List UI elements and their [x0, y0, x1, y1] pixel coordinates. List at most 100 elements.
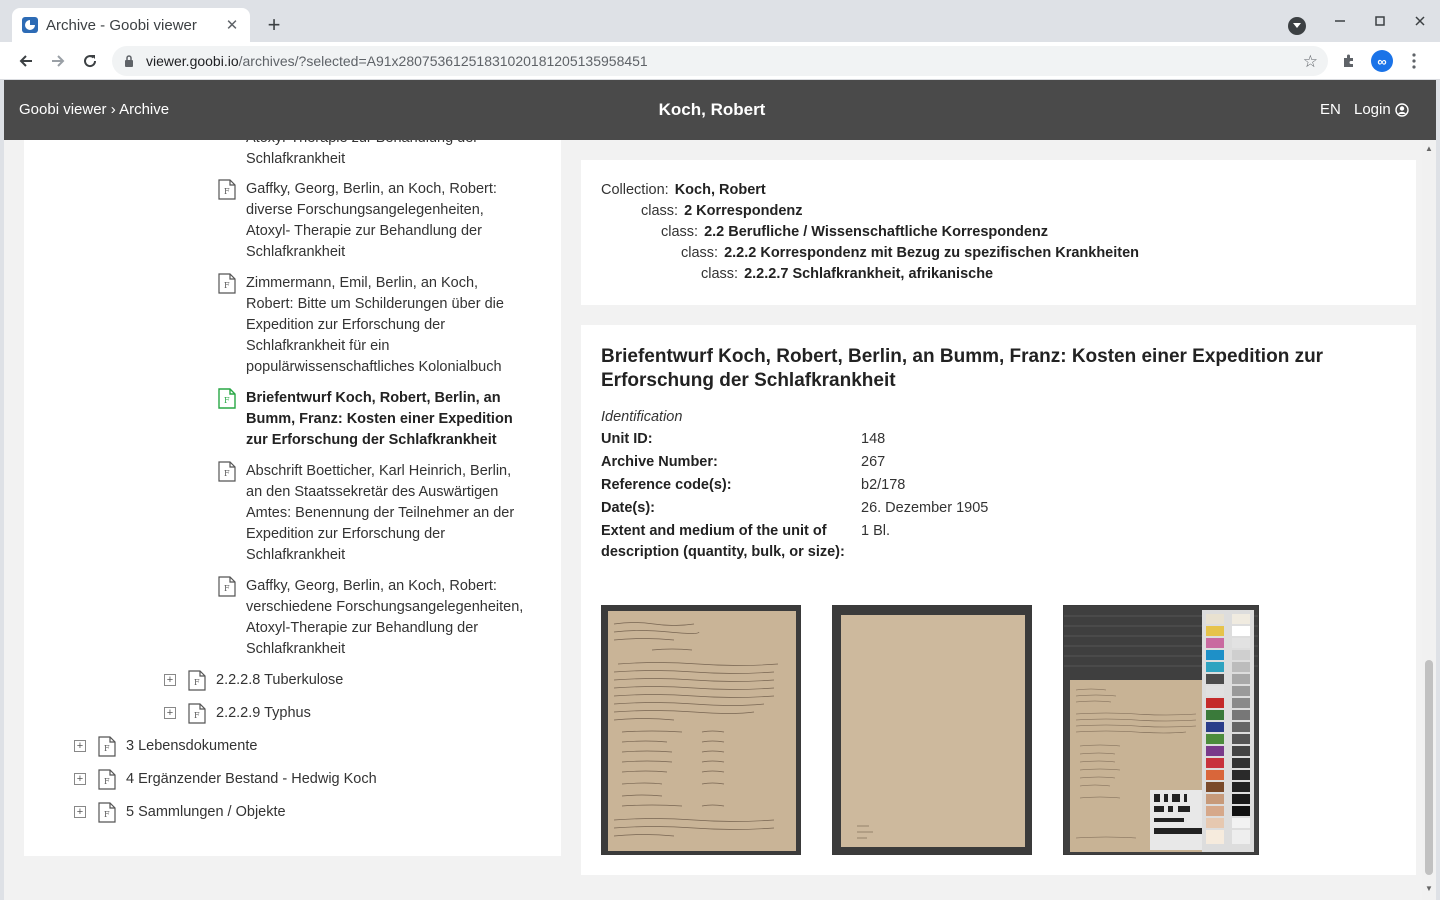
- svg-text:F: F: [104, 777, 110, 786]
- tree-item-line: diverse Forschungsangelegenheiten,: [246, 202, 484, 218]
- field-label-unit-id: Unit ID:: [601, 431, 653, 447]
- back-arrow-icon[interactable]: [12, 47, 40, 75]
- field-value-dates: 26. Dezember 1905: [861, 500, 989, 516]
- tree-item-line: Bumm, Franz: Kosten einer Expedition: [246, 411, 513, 427]
- tree-node-subsection[interactable]: F 2.2.2.8 Tuberkulose: [188, 670, 343, 691]
- field-value-unit-id: 148: [861, 431, 886, 447]
- field-value-reference-code: b2/178: [861, 477, 906, 493]
- tree-item-label: Briefentwurf Koch, Robert, Berlin, an Bu…: [246, 388, 513, 451]
- tree-node-section[interactable]: F 3 Lebensdokumente: [98, 736, 257, 757]
- tree-node-section[interactable]: F 4 Ergänzender Bestand - Hedwig Koch: [98, 769, 377, 790]
- tree-item-line: Amtes: Benennung der Teilnehmer an der: [246, 505, 515, 521]
- reload-icon[interactable]: [76, 47, 104, 75]
- collection-row: Collection: Koch, Robert: [601, 182, 766, 198]
- tree-node-label: 5 Sammlungen / Objekte: [126, 804, 286, 820]
- collection-row-label: class:: [701, 266, 739, 282]
- document-icon: F: [98, 769, 116, 790]
- address-bar[interactable]: viewer.goobi.io/archives/?selected=A91x2…: [112, 46, 1328, 76]
- tree-item-line: Zimmermann, Emil, Berlin, an Koch,: [246, 275, 479, 291]
- svg-text:F: F: [104, 744, 110, 753]
- tree-item-line: zur Erforschung der Schlafkrankheit: [246, 432, 497, 448]
- document-icon: F: [218, 179, 236, 200]
- tree-item-line: Robert: Bitte um Schilderungen über die: [246, 296, 504, 312]
- tree-item[interactable]: F Zimmermann, Emil, Berlin, an Koch, Rob…: [218, 273, 504, 378]
- close-window-icon[interactable]: [1400, 0, 1440, 42]
- url-domain: viewer.goobi.io: [146, 53, 239, 69]
- tree-item-line: Atoxyl- Therapie zur Behandlung der: [246, 223, 482, 239]
- field-label-extent: Extent and medium of the unit of descrip…: [601, 523, 845, 560]
- collection-row-label: class:: [641, 203, 679, 219]
- collection-row-label: class:: [681, 245, 719, 261]
- collection-row-link[interactable]: 2 Korrespondenz: [684, 203, 802, 219]
- collection-row: class: 2.2.2 Korrespondenz mit Bezug zu s…: [681, 245, 1139, 261]
- tree-node-section[interactable]: F 5 Sammlungen / Objekte: [98, 802, 286, 823]
- expand-toggle-icon[interactable]: +: [74, 740, 86, 752]
- collection-row-link[interactable]: 2.2.2.7 Schlafkrankheit, afrikanische: [744, 266, 993, 282]
- tree-item-selected[interactable]: F Briefentwurf Koch, Robert, Berlin, an …: [218, 388, 513, 451]
- document-icon: F: [218, 461, 236, 482]
- collection-row-link[interactable]: Koch, Robert: [675, 182, 766, 198]
- tree-item-line: Schlafkrankheit für ein: [246, 338, 390, 354]
- tree-item-partial[interactable]: Atoxyl-Therapie zur Behandlung der Schla…: [246, 140, 478, 170]
- document-icon: F: [218, 576, 236, 597]
- collection-hierarchy-card: Collection: Koch, Robert class: 2 Korrespo…: [581, 160, 1416, 305]
- scroll-down-arrow-icon[interactable]: ▼: [1425, 884, 1433, 893]
- browser-tab[interactable]: Archive - Goobi viewer ✕: [12, 8, 250, 42]
- letter-scan-image: [602, 606, 800, 854]
- tree-item-label: Gaffky, Georg, Berlin, an Koch, Robert: …: [246, 576, 523, 660]
- bookmark-star-icon[interactable]: ☆: [1303, 52, 1318, 72]
- scan-thumbnail-page-2[interactable]: [832, 605, 1032, 855]
- collection-row-label: Collection:: [601, 182, 669, 198]
- site-header: Goobi viewer › Archive Koch, Robert EN L…: [4, 80, 1436, 140]
- collection-row-link[interactable]: 2.2 Berufliche / Wissenschaftliche Korre…: [704, 224, 1048, 240]
- tree-item-label: Gaffky, Georg, Berlin, an Koch, Robert: …: [246, 179, 497, 263]
- language-switch[interactable]: EN: [1320, 101, 1341, 118]
- page-scrollbar[interactable]: ▲ ▼: [1422, 140, 1436, 900]
- scrollbar-thumb[interactable]: [1425, 660, 1433, 875]
- scroll-up-arrow-icon[interactable]: ▲: [1425, 144, 1433, 153]
- page-title: Koch, Robert: [658, 100, 766, 119]
- field-value-extent: 1 Bl.: [861, 523, 891, 539]
- lock-icon[interactable]: [124, 55, 136, 67]
- tab-search-icon[interactable]: [1288, 17, 1306, 35]
- tree-item-line: Atoxyl-Therapie zur Behandlung der: [246, 140, 478, 149]
- scan-thumbnail-page-1[interactable]: [601, 605, 801, 855]
- collection-row-link[interactable]: 2.2.2 Korrespondenz mit Bezug zu spezifi…: [724, 245, 1139, 261]
- collection-row-label: class:: [661, 224, 699, 240]
- tree-item-line: an den Staatssekretär des Auswärtigen: [246, 484, 499, 500]
- tab-close-icon[interactable]: ✕: [224, 17, 240, 34]
- scan-thumbnail-page-3[interactable]: [1063, 605, 1259, 855]
- tree-item-line: Expedition zur Erforschung der: [246, 317, 446, 333]
- url-text: viewer.goobi.io/archives/?selected=A91x2…: [146, 53, 648, 69]
- tree-node-subsection[interactable]: F 2.2.2.9 Typhus: [188, 703, 311, 724]
- kebab-menu-icon[interactable]: [1401, 48, 1427, 74]
- login-button[interactable]: Login: [1354, 101, 1409, 118]
- tree-item[interactable]: F Gaffky, Georg, Berlin, an Koch, Robert…: [218, 576, 523, 660]
- tree-item-line: Schlafkrankheit: [246, 641, 346, 657]
- svg-text:F: F: [224, 469, 230, 478]
- new-tab-button[interactable]: +: [262, 12, 286, 37]
- tree-item[interactable]: F Gaffky, Georg, Berlin, an Koch, Robert…: [218, 179, 497, 263]
- tree-item[interactable]: F Abschrift Boetticher, Karl Heinrich, B…: [218, 461, 514, 566]
- extensions-puzzle-icon[interactable]: [1336, 48, 1362, 74]
- forward-arrow-icon[interactable]: [44, 47, 72, 75]
- tab-title: Archive - Goobi viewer: [46, 16, 197, 34]
- collection-row: class: 2 Korrespondenz: [641, 203, 803, 219]
- expand-toggle-icon[interactable]: +: [164, 707, 176, 719]
- document-icon: F: [98, 736, 116, 757]
- svg-text:F: F: [224, 584, 230, 593]
- expand-toggle-icon[interactable]: +: [74, 773, 86, 785]
- record-title: Briefentwurf Koch, Robert, Berlin, an Bu…: [601, 346, 1324, 391]
- expand-toggle-icon[interactable]: +: [74, 806, 86, 818]
- profile-avatar[interactable]: ∞: [1371, 50, 1393, 72]
- field-label-archive-number: Archive Number:: [601, 454, 718, 470]
- page-viewport: Goobi viewer › Archive Koch, Robert EN L…: [4, 80, 1436, 900]
- minimize-icon[interactable]: [1320, 0, 1360, 42]
- field-label-reference-code: Reference code(s):: [601, 477, 732, 493]
- tree-item-label: Abschrift Boetticher, Karl Heinrich, Ber…: [246, 461, 514, 566]
- tree-item-line: Gaffky, Georg, Berlin, an Koch, Robert:: [246, 181, 497, 197]
- section-heading-identification: Identification: [601, 409, 683, 425]
- maximize-icon[interactable]: [1360, 0, 1400, 42]
- expand-toggle-icon[interactable]: +: [164, 674, 176, 686]
- tree-item-line: Schlafkrankheit: [246, 547, 346, 563]
